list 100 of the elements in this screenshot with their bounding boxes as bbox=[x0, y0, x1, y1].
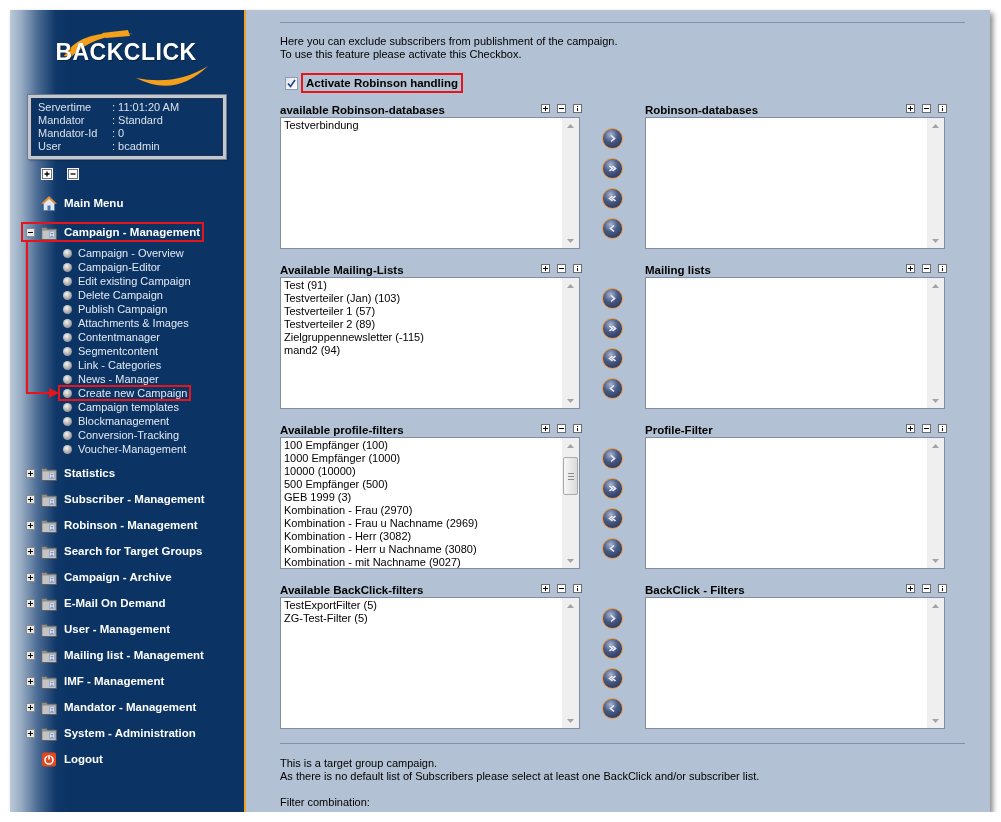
menu-item[interactable]: E-Mail On Demand bbox=[21, 593, 170, 613]
move-all-right-button[interactable] bbox=[602, 477, 623, 499]
minus-icon[interactable] bbox=[557, 584, 566, 593]
plus-icon[interactable] bbox=[26, 676, 35, 686]
move-left-button[interactable] bbox=[602, 217, 623, 239]
menu-item[interactable]: Campaign - Archive bbox=[21, 567, 176, 587]
submenu-item[interactable]: Attachments & Images bbox=[59, 316, 192, 330]
minus-icon[interactable] bbox=[922, 264, 931, 273]
list-option[interactable]: Kombination - mit Nachname (9027) bbox=[283, 556, 562, 568]
list-option[interactable]: 1000 Empfänger (1000) bbox=[283, 452, 562, 465]
scroll-thumb[interactable] bbox=[563, 457, 578, 495]
submenu-item[interactable]: Campaign-Editor bbox=[59, 260, 164, 274]
menu-item[interactable]: Mailing list - Management bbox=[21, 645, 208, 665]
list-option[interactable]: mand2 (94) bbox=[283, 344, 562, 357]
info-icon[interactable] bbox=[573, 264, 582, 273]
menu-item[interactable]: Subscriber - Management bbox=[21, 489, 209, 509]
minus-icon[interactable] bbox=[922, 104, 931, 113]
submenu-item[interactable]: Blockmanagement bbox=[59, 414, 173, 428]
move-all-right-button[interactable] bbox=[602, 637, 623, 659]
list-option[interactable]: Kombination - Herr u Nachname (3080) bbox=[283, 543, 562, 556]
expand-all-icon[interactable] bbox=[41, 168, 53, 180]
move-all-right-button[interactable] bbox=[602, 317, 623, 339]
minus-icon[interactable] bbox=[557, 104, 566, 113]
move-right-button[interactable] bbox=[602, 287, 623, 309]
list-option[interactable]: Zielgruppennewsletter (-115) bbox=[283, 331, 562, 344]
move-right-button[interactable] bbox=[602, 127, 623, 149]
move-all-left-button[interactable] bbox=[602, 187, 623, 209]
info-icon[interactable] bbox=[573, 104, 582, 113]
list-option[interactable]: GEB 1999 (3) bbox=[283, 491, 562, 504]
plus-icon[interactable] bbox=[26, 546, 35, 556]
info-icon[interactable] bbox=[938, 104, 947, 113]
plus-icon[interactable] bbox=[26, 468, 35, 478]
list-option[interactable]: Test (91) bbox=[283, 279, 562, 292]
submenu-item[interactable]: Delete Campaign bbox=[59, 288, 166, 302]
listbox[interactable]: Testverbindung bbox=[280, 117, 580, 249]
move-right-button[interactable] bbox=[602, 607, 623, 629]
scrollbar[interactable] bbox=[562, 438, 579, 568]
minus-icon[interactable] bbox=[557, 264, 566, 273]
collapse-all-icon[interactable] bbox=[67, 168, 79, 180]
info-icon[interactable] bbox=[938, 264, 947, 273]
submenu-item[interactable]: News - Manager bbox=[59, 372, 162, 386]
plus-icon[interactable] bbox=[26, 520, 35, 530]
list-option[interactable]: TestExportFilter (5) bbox=[283, 599, 562, 612]
plus-icon[interactable] bbox=[906, 264, 915, 273]
menu-item[interactable]: Main Menu bbox=[21, 193, 128, 213]
plus-icon[interactable] bbox=[906, 424, 915, 433]
plus-icon[interactable] bbox=[541, 584, 550, 593]
plus-icon[interactable] bbox=[26, 494, 35, 504]
submenu-item[interactable]: Campaign templates bbox=[59, 400, 182, 414]
info-icon[interactable] bbox=[573, 424, 582, 433]
move-all-left-button[interactable] bbox=[602, 507, 623, 529]
submenu-item[interactable]: Link - Categories bbox=[59, 358, 165, 372]
menu-item[interactable]: Mandator - Management bbox=[21, 697, 201, 717]
listbox[interactable]: Test (91) Testverteiler (Jan) (103) Testverteiler 1 (57) Testverteiler 2 (89) Zielgruppennewsletter (-115) mand2 (94) bbox=[280, 277, 580, 409]
move-left-button[interactable] bbox=[602, 537, 623, 559]
plus-icon[interactable] bbox=[541, 104, 550, 113]
list-option[interactable]: Testverbindung bbox=[283, 119, 562, 132]
submenu-item[interactable]: Campaign - Overview bbox=[59, 246, 187, 260]
plus-icon[interactable] bbox=[906, 584, 915, 593]
minus-icon[interactable] bbox=[26, 227, 35, 237]
list-option[interactable]: Testverteiler 1 (57) bbox=[283, 305, 562, 318]
plus-icon[interactable] bbox=[26, 572, 35, 582]
minus-icon[interactable] bbox=[557, 424, 566, 433]
submenu-item[interactable]: Segmentcontent bbox=[59, 344, 162, 358]
menu-item[interactable]: Statistics bbox=[21, 463, 120, 483]
plus-icon[interactable] bbox=[906, 104, 915, 113]
menu-item[interactable]: IMF - Management bbox=[21, 671, 169, 691]
menu-item[interactable]: System - Administration bbox=[21, 723, 200, 743]
submenu-item[interactable]: Edit existing Campaign bbox=[59, 274, 194, 288]
list-option[interactable]: Testverteiler (Jan) (103) bbox=[283, 292, 562, 305]
info-icon[interactable] bbox=[938, 424, 947, 433]
submenu-item[interactable]: Voucher-Management bbox=[59, 442, 190, 456]
listbox[interactable] bbox=[280, 437, 580, 569]
move-all-right-button[interactable] bbox=[602, 157, 623, 179]
minus-icon[interactable] bbox=[922, 424, 931, 433]
listbox[interactable]: TestExportFilter (5) ZG-Test-Filter (5) bbox=[280, 597, 580, 729]
list-option[interactable]: Kombination - Frau u Nachname (2969) bbox=[283, 517, 562, 530]
list-option[interactable]: ZG-Test-Filter (5) bbox=[283, 612, 562, 625]
move-left-button[interactable] bbox=[602, 377, 623, 399]
move-left-button[interactable] bbox=[602, 697, 623, 719]
minus-icon[interactable] bbox=[922, 584, 931, 593]
list-option[interactable]: 500 Empfänger (500) bbox=[283, 478, 562, 491]
info-icon[interactable] bbox=[573, 584, 582, 593]
plus-icon[interactable] bbox=[26, 650, 35, 660]
submenu-item[interactable]: Contentmanager bbox=[59, 330, 163, 344]
list-option[interactable]: Kombination - Frau (2970) bbox=[283, 504, 562, 517]
submenu-item[interactable]: Conversion-Tracking bbox=[59, 428, 183, 442]
plus-icon[interactable] bbox=[26, 624, 35, 634]
plus-icon[interactable] bbox=[26, 702, 35, 712]
list-option[interactable]: Kombination - Herr (3082) bbox=[283, 530, 562, 543]
submenu-item[interactable]: Publish Campaign bbox=[59, 302, 171, 316]
plus-icon[interactable] bbox=[541, 424, 550, 433]
menu-item[interactable]: Logout bbox=[21, 749, 107, 769]
move-all-left-button[interactable] bbox=[602, 347, 623, 369]
plus-icon[interactable] bbox=[26, 728, 35, 738]
menu-item[interactable]: Campaign - Management bbox=[21, 222, 205, 242]
menu-item[interactable]: User - Management bbox=[21, 619, 175, 639]
info-icon[interactable] bbox=[938, 584, 947, 593]
menu-item[interactable]: Robinson - Management bbox=[21, 515, 202, 535]
menu-item[interactable]: Search for Target Groups bbox=[21, 541, 207, 561]
